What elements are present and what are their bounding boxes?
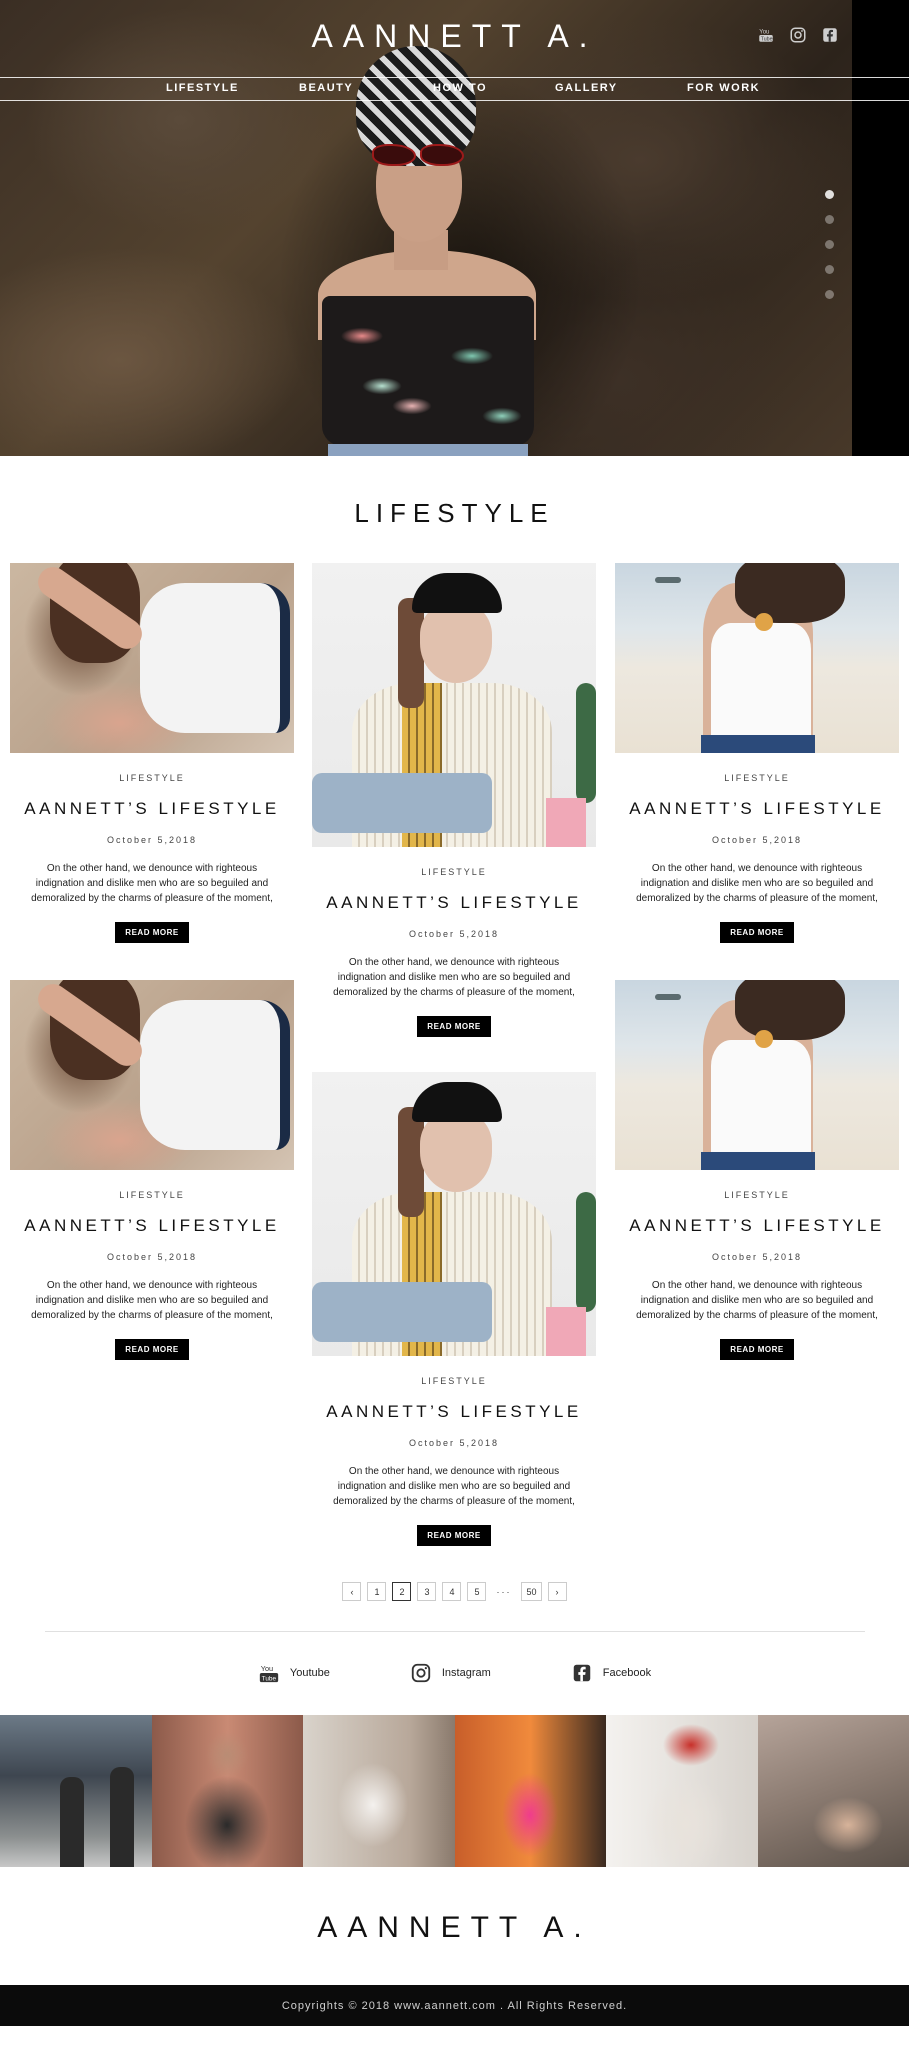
- read-more-button[interactable]: READ MORE: [115, 1339, 189, 1360]
- slider-dot[interactable]: [825, 290, 834, 299]
- slider-dot[interactable]: [825, 265, 834, 274]
- post-title[interactable]: AANNETT’S LIFESTYLE: [615, 1216, 899, 1236]
- read-more-button[interactable]: READ MORE: [720, 922, 794, 943]
- svg-text:Tube: Tube: [761, 37, 773, 43]
- post-category[interactable]: LIFESTYLE: [312, 867, 596, 877]
- read-more-button[interactable]: READ MORE: [115, 922, 189, 943]
- social-link-facebook[interactable]: Facebook: [571, 1662, 651, 1684]
- nav-for-work[interactable]: FOR WORK: [687, 82, 760, 94]
- instagram-photo[interactable]: [0, 1715, 152, 1867]
- slider-dot[interactable]: [825, 215, 834, 224]
- post-image[interactable]: [312, 1072, 596, 1356]
- social-links: You Tube Youtube Instagram Facebook: [0, 1658, 909, 1688]
- hero-model-photo: [318, 40, 536, 456]
- post-card: LIFESTYLE AANNETT’S LIFESTYLE October 5,…: [615, 563, 899, 943]
- copyright: Copyrights © 2018 www.aannett.com . All …: [0, 1985, 909, 2026]
- post-title[interactable]: AANNETT’S LIFESTYLE: [10, 1216, 294, 1236]
- social-link-label: Youtube: [289, 1667, 330, 1679]
- post-excerpt: On the other hand, we denounce with righ…: [31, 1280, 273, 1321]
- post-date: October 5,2018: [711, 835, 803, 845]
- facebook-icon: [573, 1664, 591, 1682]
- svg-text:You: You: [759, 30, 769, 36]
- pagination-prev-button[interactable]: ‹: [342, 1582, 362, 1601]
- pagination: ‹ 1 2 3 4 5 ··· 50 ›: [0, 1582, 909, 1601]
- social-link-youtube[interactable]: You Tube Youtube: [258, 1662, 330, 1684]
- pagination-page-current[interactable]: 2: [392, 1582, 412, 1601]
- post-date: October 5,2018: [711, 1252, 803, 1262]
- footer-logo[interactable]: AANNETT A.: [0, 1911, 909, 1971]
- pagination-page-last[interactable]: 50: [521, 1582, 542, 1601]
- post-card: LIFESTYLE AANNETT’S LIFESTYLE October 5,…: [10, 563, 294, 943]
- instagram-feed: [0, 1715, 909, 1867]
- section-title: LIFESTYLE: [354, 498, 555, 528]
- svg-text:You: You: [261, 1664, 273, 1673]
- youtube-icon: You Tube: [259, 1664, 279, 1682]
- post-card: LIFESTYLE AANNETT’S LIFESTYLE October 5,…: [615, 980, 899, 1360]
- post-title[interactable]: AANNETT’S LIFESTYLE: [10, 799, 294, 819]
- pagination-page[interactable]: 5: [467, 1582, 487, 1601]
- post-card: LIFESTYLE AANNETT’S LIFESTYLE October 5,…: [312, 1072, 596, 1546]
- nav-bottom-border: [0, 100, 909, 101]
- post-category[interactable]: LIFESTYLE: [10, 773, 294, 783]
- nav-gallery[interactable]: GALLERY: [555, 82, 618, 94]
- pagination-next-button[interactable]: ›: [547, 1582, 567, 1601]
- post-date: October 5,2018: [106, 1252, 198, 1262]
- read-more-button[interactable]: READ MORE: [720, 1339, 794, 1360]
- post-date: October 5,2018: [408, 1438, 500, 1448]
- post-excerpt: On the other hand, we denounce with righ…: [333, 1466, 575, 1507]
- nav-lifestyle[interactable]: LIFESTYLE: [166, 82, 239, 94]
- pagination-page[interactable]: 4: [442, 1582, 462, 1601]
- post-excerpt: On the other hand, we denounce with righ…: [636, 863, 878, 904]
- post-image[interactable]: [10, 980, 294, 1170]
- post-image[interactable]: [615, 563, 899, 753]
- social-link-label: Facebook: [602, 1667, 652, 1679]
- nav-how-to[interactable]: HOW TO: [433, 82, 487, 94]
- youtube-icon[interactable]: You Tube: [757, 26, 775, 44]
- post-title[interactable]: AANNETT’S LIFESTYLE: [615, 799, 899, 819]
- social-link-label: Instagram: [441, 1667, 491, 1679]
- facebook-icon[interactable]: [821, 26, 839, 44]
- instagram-photo[interactable]: [757, 1715, 909, 1867]
- post-title[interactable]: AANNETT’S LIFESTYLE: [312, 893, 596, 913]
- slider-dots: [825, 190, 834, 299]
- pagination-page[interactable]: 1: [367, 1582, 387, 1601]
- post-image[interactable]: [312, 563, 596, 847]
- read-more-button[interactable]: READ MORE: [417, 1525, 491, 1546]
- header-social-icons: You Tube: [757, 26, 839, 44]
- instagram-photo[interactable]: [303, 1715, 455, 1867]
- slider-dot[interactable]: [825, 240, 834, 249]
- post-category[interactable]: LIFESTYLE: [615, 1190, 899, 1200]
- post-category[interactable]: LIFESTYLE: [312, 1376, 596, 1386]
- post-date: October 5,2018: [408, 929, 500, 939]
- social-link-instagram[interactable]: Instagram: [410, 1662, 491, 1684]
- instagram-icon: [411, 1663, 431, 1683]
- read-more-button[interactable]: READ MORE: [417, 1016, 491, 1037]
- posts-grid: LIFESTYLE AANNETT’S LIFESTYLE October 5,…: [0, 548, 909, 1568]
- post-category[interactable]: LIFESTYLE: [615, 773, 899, 783]
- post-image[interactable]: [10, 563, 294, 753]
- instagram-photo[interactable]: [151, 1715, 303, 1867]
- post-excerpt: On the other hand, we denounce with righ…: [333, 957, 575, 998]
- instagram-photo[interactable]: [454, 1715, 606, 1867]
- post-excerpt: On the other hand, we denounce with righ…: [31, 863, 273, 904]
- instagram-icon[interactable]: [789, 26, 807, 44]
- hero-banner: AANNETT A. You Tube LIFESTYLE BEAUTY HOW …: [0, 0, 909, 456]
- slider-dot[interactable]: [825, 190, 834, 199]
- post-image[interactable]: [615, 980, 899, 1170]
- instagram-photo[interactable]: [606, 1715, 758, 1867]
- section-divider: [44, 1631, 865, 1632]
- nav-beauty[interactable]: BEAUTY: [299, 82, 353, 94]
- main-nav: LIFESTYLE BEAUTY HOW TO GALLERY FOR WORK: [0, 78, 909, 100]
- post-date: October 5,2018: [106, 835, 198, 845]
- post-category[interactable]: LIFESTYLE: [10, 1190, 294, 1200]
- svg-text:Tube: Tube: [262, 1675, 277, 1682]
- post-excerpt: On the other hand, we denounce with righ…: [636, 1280, 878, 1321]
- post-card: LIFESTYLE AANNETT’S LIFESTYLE October 5,…: [10, 980, 294, 1360]
- post-card: LIFESTYLE AANNETT’S LIFESTYLE October 5,…: [312, 563, 596, 1037]
- pagination-page[interactable]: 3: [417, 1582, 437, 1601]
- site-header: AANNETT A. You Tube: [0, 0, 909, 78]
- post-title[interactable]: AANNETT’S LIFESTYLE: [312, 1402, 596, 1422]
- pagination-ellipsis: ···: [496, 1586, 512, 1597]
